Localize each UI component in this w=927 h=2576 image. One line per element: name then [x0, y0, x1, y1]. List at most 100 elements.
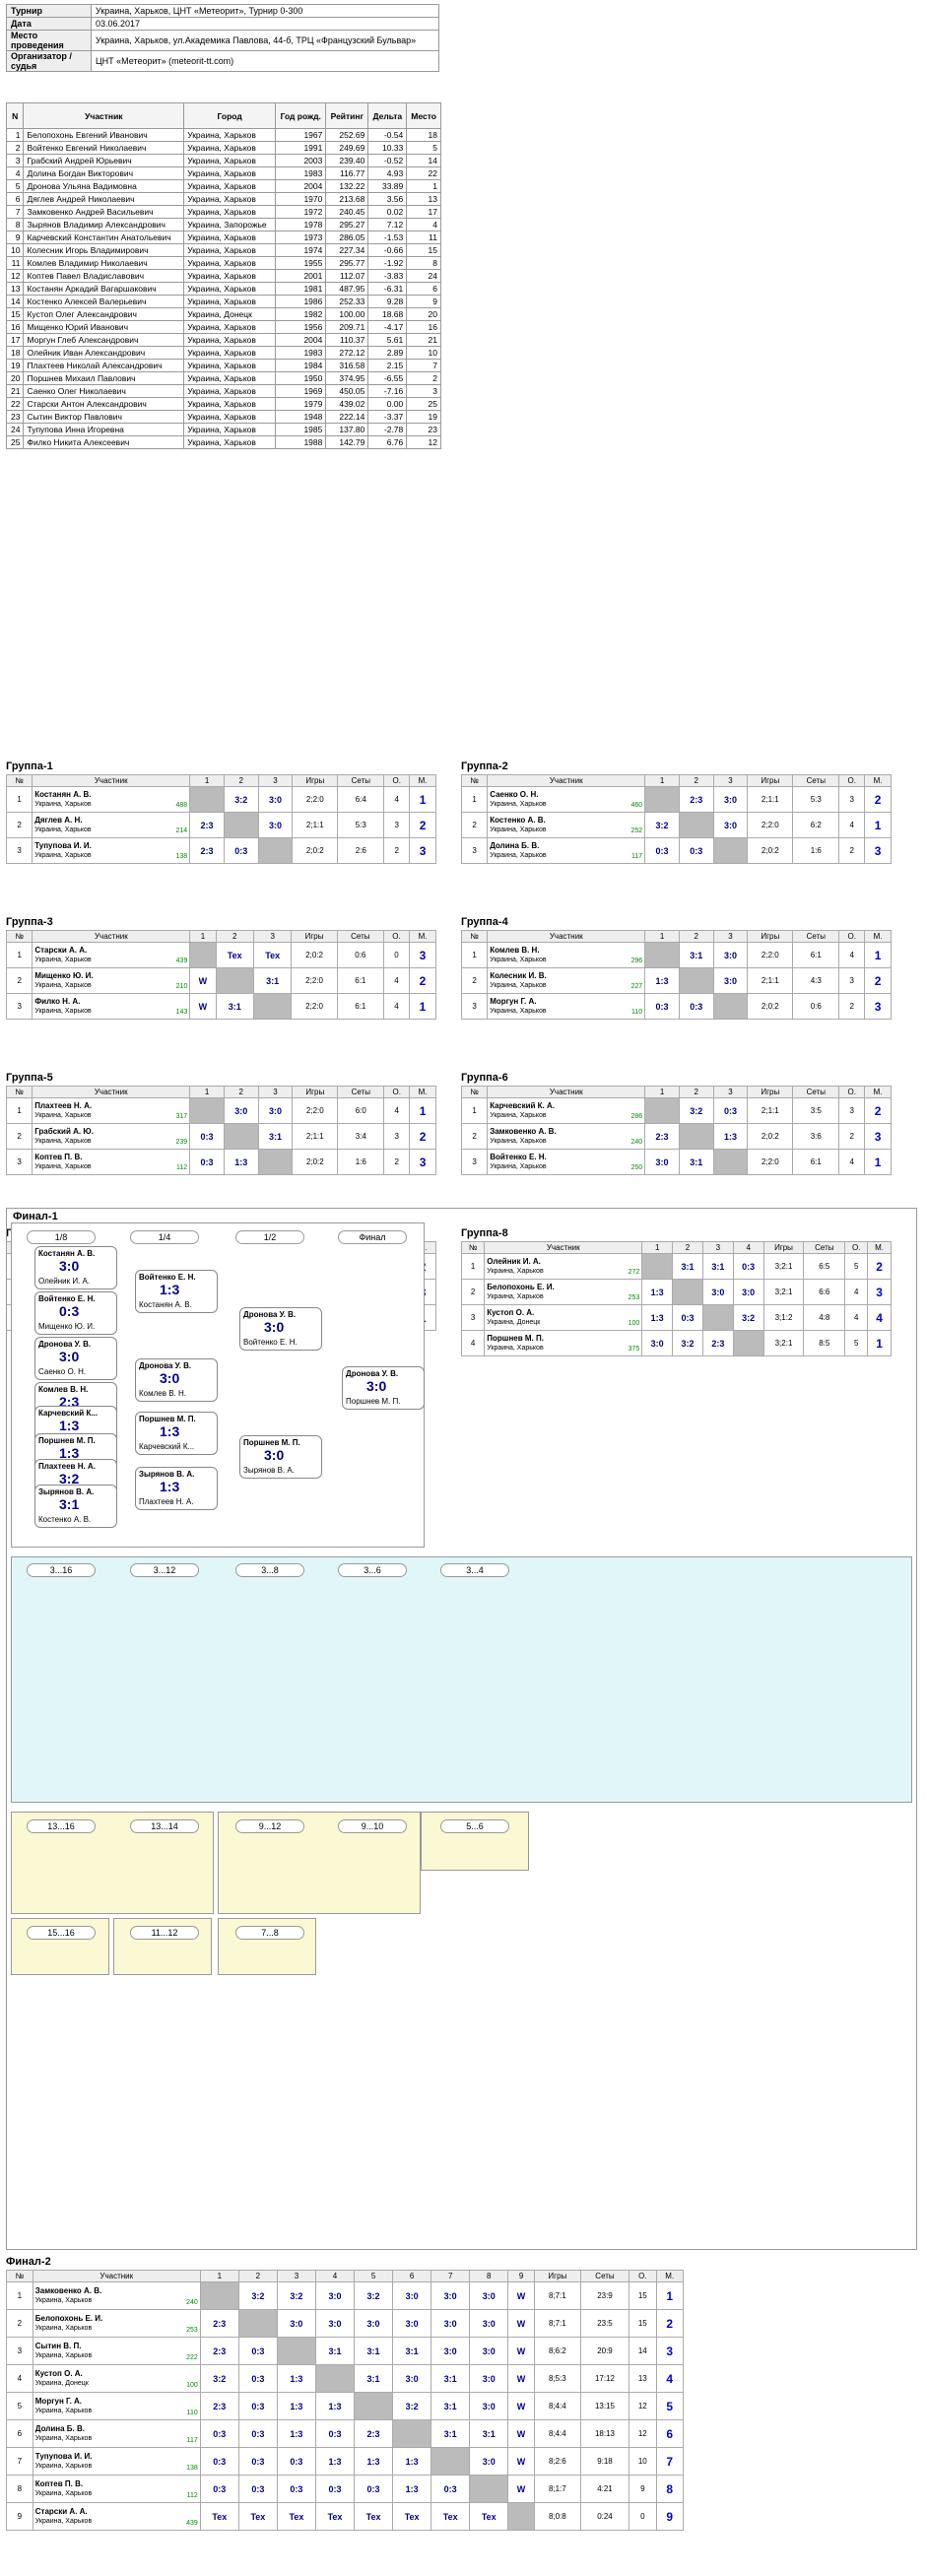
group-header-row: №Участник123ИгрыСетыО.М. — [5, 774, 436, 787]
participant-name: Кустоп О. А. — [34, 2368, 83, 2378]
player-cell: 11 — [5, 256, 25, 270]
player-cell: 13 — [5, 282, 25, 296]
final2-row: 7 Тупупова И. И. Украина, Харьков 138 0:3 0:3… — [6, 2447, 684, 2476]
player-cell: -3.37 — [367, 410, 408, 424]
player-cell: 2004 — [275, 179, 327, 193]
score-cell: 3:1 — [314, 2337, 356, 2365]
column-header: N — [5, 102, 25, 129]
place-cell: 2 — [864, 1097, 892, 1124]
participant: Замковенко А. В. Украина, Харьков 240 — [32, 2281, 201, 2310]
player-cell: Украина, Харьков — [183, 346, 277, 360]
player-row: 5 Дронова Ульяна Вадимовна Украина, Харько… — [5, 179, 441, 193]
score-cell: 3:0 — [469, 2364, 509, 2393]
place-cell: 1 — [409, 1097, 436, 1124]
participant-rating: 253 — [186, 2327, 198, 2334]
player-cell: Украина, Харьков — [183, 141, 277, 155]
player-cell: Украина, Харьков — [183, 231, 277, 244]
score-cell: 2:3 — [644, 1123, 680, 1150]
score-cell: 3:0 — [257, 812, 294, 838]
stat-cell: 3 — [838, 786, 866, 813]
participant-name: Войтенко Е. Н. — [490, 1152, 547, 1161]
score-cell — [678, 967, 714, 994]
column-header: Дельта — [367, 102, 408, 129]
row-number: 1 — [5, 1097, 33, 1124]
player-cell: 25 — [406, 397, 441, 411]
group-row: 1 Плахтеев Н. А. Украина, Харьков 317 3:0 3:0… — [5, 1097, 436, 1124]
stat-cell: 0 — [382, 942, 411, 968]
player-cell: 19 — [5, 359, 25, 372]
participant-rating: 222 — [186, 2354, 198, 2361]
stat-cell: 6:1 — [336, 967, 384, 994]
score-cell: 3:1 — [469, 2419, 509, 2448]
score-cell: 0:3 — [189, 1149, 225, 1175]
player-cell: Олейник Иван Александрович — [23, 346, 185, 360]
participant-city: Украина, Харьков — [34, 800, 92, 808]
score-cell: Tex — [469, 2502, 509, 2531]
place-cell: 4 — [655, 2364, 684, 2393]
stat-cell: 12 — [629, 2392, 657, 2420]
group-table: № Участник 1 2 3 Игры Сеты О. М. 1 Старски А. А. Ук… — [5, 930, 436, 1020]
player-cell: 439.02 — [325, 397, 369, 411]
score-cell: 0:3 — [644, 837, 680, 864]
player-cell: Украина, Донецк — [183, 307, 277, 321]
player-cell: 1978 — [275, 218, 327, 231]
score-cell: 3:2 — [223, 786, 259, 813]
place-cell: 3 — [409, 837, 436, 864]
column-header: № — [5, 930, 33, 943]
player-row: 15 Кустоп Олег Александрович Украина, Доне… — [5, 307, 441, 321]
final2-row: 6 Долина Б. В. Украина, Харьков 117 0:3 0:3 1:… — [6, 2419, 684, 2448]
player-cell: 227.34 — [325, 243, 369, 257]
column-header: 2 — [678, 774, 714, 787]
final2-row: 5 Моргун Г. А. Украина, Харьков 110 2:3 0:3 1:… — [6, 2392, 684, 2420]
participant-rating: 240 — [186, 2299, 198, 2306]
score-cell: 3:2 — [392, 2392, 432, 2420]
player-cell: 7.12 — [367, 218, 408, 231]
stat-cell: 6:1 — [336, 993, 384, 1020]
players-table: N Участник Город Год рожд. Рейтинг Дельта Мест… — [5, 102, 441, 449]
row-number: 1 — [460, 786, 489, 813]
score-cell: Tex — [314, 2502, 356, 2531]
column-header: Игры — [292, 1086, 339, 1098]
player-cell: 9 — [406, 295, 441, 308]
player-cell: 1969 — [275, 384, 327, 398]
player-cell: 17 — [5, 333, 25, 347]
player-row: 19 Плахтеев Николай Александрович Украина,… — [5, 359, 441, 372]
group-row: 3 Войтенко Е. Н. Украина, Харьков 250 3:0 3:1… — [460, 1149, 892, 1175]
stat-cell: 8;4:4 — [533, 2392, 581, 2420]
round-header: 7...8 — [235, 1926, 304, 1940]
player-cell: 112.07 — [325, 269, 369, 283]
score-cell — [257, 1149, 294, 1175]
place-cell: 3 — [655, 2337, 684, 2365]
row-number: 3 — [5, 993, 33, 1020]
group-table: № Участник 1 2 3 Игры Сеты О. М. 1 Плахтеев Н. А. У… — [5, 1086, 436, 1175]
group-row: 2 Костенко А. В. Украина, Харьков 252 3:2 3:0… — [460, 812, 892, 838]
group-row: 1 Костанян А. В. Украина, Харьков 488 3:2 3:0… — [5, 786, 436, 813]
player-cell: 240.45 — [325, 205, 369, 219]
player-cell: 12 — [5, 269, 25, 283]
stat-cell: 23:5 — [579, 2309, 630, 2338]
participant-rating: 286 — [630, 1113, 643, 1120]
column-header: Город — [183, 102, 277, 129]
stat-cell: 2;0:2 — [747, 1123, 794, 1150]
score-cell: 3:0 — [392, 2281, 432, 2310]
player-cell: 252.69 — [325, 128, 369, 142]
player-cell: 3 — [406, 384, 441, 398]
stat-cell: 8;2:6 — [533, 2447, 581, 2476]
info-key: Турнир — [6, 4, 92, 18]
stat-cell: 9 — [629, 2475, 657, 2503]
match-score: 3:0 — [160, 1370, 180, 1386]
score-cell: Tex — [215, 942, 254, 968]
stat-cell: 3:5 — [792, 1097, 840, 1124]
player-cell: 8 — [5, 218, 25, 231]
player-cell: Коптев Павел Владиславович — [23, 269, 185, 283]
player-cell: 2 — [5, 141, 25, 155]
match-score: 3:1 — [59, 1496, 80, 1512]
column-header: Сеты — [792, 930, 840, 943]
stat-cell: 8;7:1 — [533, 2281, 581, 2310]
participant: Старски А. А. Украина, Харьков 439 — [32, 942, 191, 968]
score-cell: 3:1 — [430, 2392, 471, 2420]
column-header: Сеты — [792, 1086, 840, 1098]
column-header: 5 — [354, 2270, 394, 2282]
stat-cell: 6:1 — [792, 1149, 840, 1175]
column-header: Участник — [23, 102, 185, 129]
